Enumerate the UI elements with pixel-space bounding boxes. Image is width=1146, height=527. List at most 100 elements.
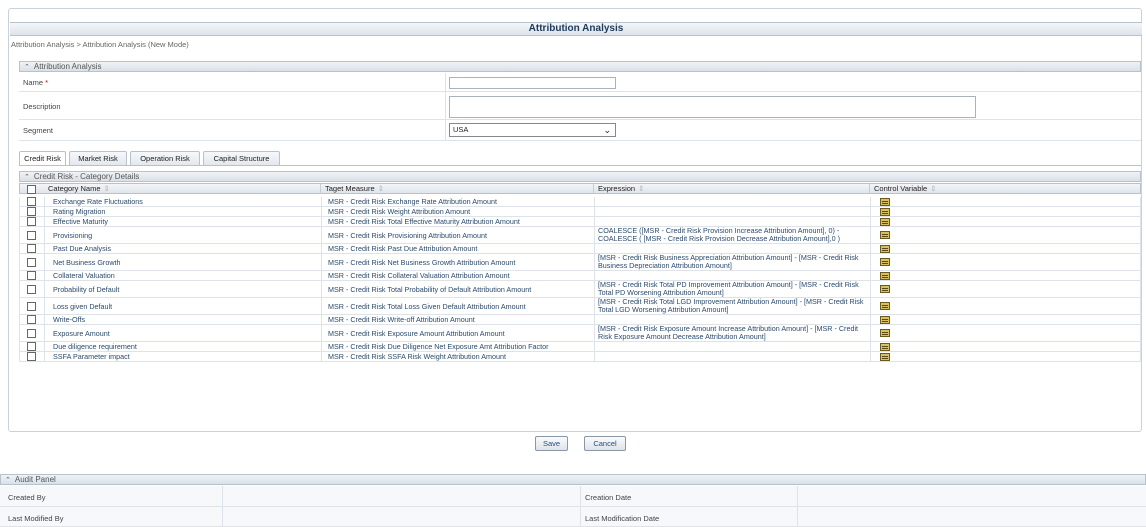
column-header-expression[interactable]: Expression ⇕ (594, 184, 870, 194)
table-row[interactable]: Collateral Valuation MSR - Credit Risk Co… (19, 271, 1141, 281)
description-row: Description (19, 92, 1141, 120)
category-name-cell: Past Due Analysis (53, 244, 111, 253)
chevron-up-icon[interactable]: ⌃ (24, 64, 30, 71)
expression-cell (598, 271, 866, 280)
sort-icon[interactable]: ⇕ (638, 184, 644, 193)
tab-market-risk[interactable]: Market Risk (69, 151, 127, 165)
creation-date-label: Creation Date (585, 493, 632, 502)
sort-icon[interactable]: ⇕ (378, 184, 384, 193)
breadcrumb: Attribution Analysis > Attribution Analy… (11, 40, 189, 49)
category-name-cell: SSFA Parameter impact (53, 352, 130, 361)
cancel-button[interactable]: Cancel (584, 436, 626, 451)
category-name-cell: Write-Offs (53, 315, 86, 324)
list-icon[interactable] (880, 231, 890, 239)
list-icon[interactable] (880, 352, 890, 361)
table-row[interactable]: Loss given Default MSR - Credit Risk Tota… (19, 298, 1141, 315)
row-checkbox[interactable] (27, 271, 36, 280)
table-row[interactable]: Exchange Rate Fluctuations MSR - Credit R… (19, 197, 1141, 207)
last-modification-date-label: Last Modification Date (585, 514, 660, 523)
row-checkbox[interactable] (27, 207, 36, 216)
chevron-up-icon[interactable]: ⌃ (5, 477, 11, 484)
table-row[interactable]: Due diligence requirement MSR - Credit Ri… (19, 342, 1141, 352)
category-name-cell: Effective Maturity (53, 217, 108, 226)
chevron-up-icon[interactable]: ⌃ (24, 174, 30, 181)
table-row[interactable]: Probability of Default MSR - Credit Risk … (19, 281, 1141, 298)
expression-cell (598, 342, 866, 351)
row-checkbox[interactable] (27, 352, 36, 361)
table-row[interactable]: SSFA Parameter impact MSR - Credit Risk S… (19, 352, 1141, 362)
row-checkbox[interactable] (27, 230, 36, 240)
list-icon[interactable] (880, 342, 890, 351)
target-measure-cell: MSR - Credit Risk Total Loss Given Defau… (328, 301, 526, 311)
table-row[interactable]: Provisioning MSR - Credit Risk Provisioni… (19, 227, 1141, 244)
list-icon[interactable] (880, 258, 890, 266)
expression-cell (598, 315, 866, 324)
column-header-control[interactable]: Control Variable ⇕ (870, 184, 1141, 194)
category-name-cell: Due diligence requirement (53, 342, 137, 351)
column-header-measure[interactable]: Taget Measure ⇕ (321, 184, 594, 194)
audit-row-created: Created By Creation Date (0, 486, 1146, 507)
column-header-category[interactable]: Category Name ⇕ (44, 184, 321, 194)
description-field[interactable] (449, 96, 976, 118)
target-measure-cell: MSR - Credit Risk Net Business Growth At… (328, 257, 516, 267)
sort-icon[interactable]: ⇕ (104, 184, 110, 193)
segment-value: USA (453, 125, 469, 134)
target-measure-cell: MSR - Credit Risk Collateral Valuation A… (328, 271, 510, 280)
table-row[interactable]: Exposure Amount MSR - Credit Risk Exposur… (19, 325, 1141, 342)
list-icon[interactable] (880, 217, 890, 226)
row-checkbox[interactable] (27, 284, 36, 294)
list-icon[interactable] (880, 271, 890, 280)
name-field[interactable] (449, 77, 616, 89)
name-label: Name * (23, 78, 49, 87)
select-all-checkbox[interactable] (27, 185, 36, 194)
description-label: Description (23, 102, 61, 111)
grid-section-header[interactable]: ⌃ Credit Risk - Category Details (19, 171, 1141, 182)
row-checkbox[interactable] (27, 197, 36, 206)
table-row[interactable]: Net Business Growth MSR - Credit Risk Net… (19, 254, 1141, 271)
row-checkbox[interactable] (27, 217, 36, 226)
list-icon[interactable] (880, 302, 890, 310)
audit-panel-header[interactable]: ⌃ Audit Panel (0, 474, 1146, 485)
row-checkbox[interactable] (27, 301, 36, 311)
expression-cell: [MSR - Credit Risk Total LGD Improvement… (598, 297, 864, 314)
list-icon[interactable] (880, 207, 890, 216)
tab-credit-risk[interactable]: Credit Risk (19, 151, 66, 165)
created-by-label: Created By (8, 493, 46, 502)
row-checkbox[interactable] (27, 342, 36, 351)
list-icon[interactable] (880, 315, 890, 324)
tab-operation-risk[interactable]: Operation Risk (130, 151, 200, 165)
table-row[interactable]: Effective Maturity MSR - Credit Risk Tota… (19, 217, 1141, 227)
row-checkbox[interactable] (27, 244, 36, 253)
table-row[interactable]: Write-Offs MSR - Credit Risk Write-off At… (19, 315, 1141, 325)
target-measure-cell: MSR - Credit Risk Exposure Amount Attrib… (328, 328, 505, 338)
list-icon[interactable] (880, 329, 890, 337)
category-name-cell: Collateral Valuation (53, 271, 115, 280)
expression-cell (598, 352, 866, 361)
list-icon[interactable] (880, 244, 890, 253)
row-checkbox[interactable] (27, 328, 36, 338)
table-row[interactable]: Rating Migration MSR - Credit Risk Weight… (19, 207, 1141, 217)
row-checkbox[interactable] (27, 315, 36, 324)
category-name-cell: Probability of Default (53, 284, 120, 294)
target-measure-cell: MSR - Credit Risk Total Probability of D… (328, 284, 532, 294)
form-section-header[interactable]: ⌃ Attribution Analysis (19, 61, 1141, 72)
target-measure-cell: MSR - Credit Risk Total Effective Maturi… (328, 217, 520, 226)
row-checkbox[interactable] (27, 257, 36, 267)
audit-panel-title: Audit Panel (14, 475, 56, 484)
expression-cell (598, 197, 866, 206)
save-button[interactable]: Save (535, 436, 568, 451)
name-row: Name * (19, 73, 1141, 92)
category-name-cell: Exposure Amount (53, 328, 110, 338)
target-measure-cell: MSR - Credit Risk SSFA Risk Weight Attri… (328, 352, 507, 361)
tab-capital-structure[interactable]: Capital Structure (203, 151, 280, 165)
grid-section-title: Credit Risk - Category Details (33, 172, 140, 181)
sort-icon[interactable]: ⇕ (930, 184, 936, 193)
grid-header-row: Category Name ⇕ Taget Measure ⇕ Expression… (19, 183, 1141, 194)
segment-select[interactable]: USA ⌄ (449, 123, 616, 137)
table-row[interactable]: Past Due Analysis MSR - Credit Risk Past … (19, 244, 1141, 254)
segment-label: Segment (23, 126, 54, 135)
target-measure-cell: MSR - Credit Risk Weight Attribution Amo… (328, 207, 471, 216)
list-icon[interactable] (880, 285, 890, 293)
last-modified-by-label: Last Modified By (8, 514, 64, 523)
list-icon[interactable] (880, 197, 890, 206)
